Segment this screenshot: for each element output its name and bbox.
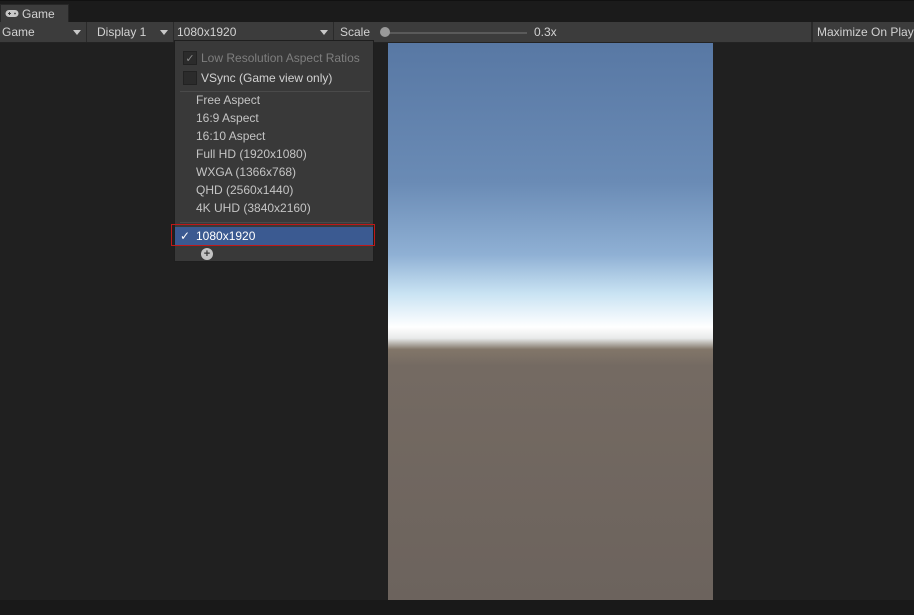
scale-slider[interactable] [386,32,527,34]
tab-game[interactable]: Game [0,4,69,23]
low-res-checkbox[interactable]: ✓ [183,51,197,65]
menu-item-4k-uhd[interactable]: 4K UHD (3840x2160) [196,199,311,217]
tab-label: Game [22,7,55,21]
maximize-label: Maximize On Play [817,25,914,39]
menu-item-full-hd[interactable]: Full HD (1920x1080) [196,145,307,163]
menu-item-16-9[interactable]: 16:9 Aspect [196,109,259,127]
menu-item-wxga[interactable]: WXGA (1366x768) [196,163,296,181]
chevron-down-icon [73,30,81,35]
mode-dropdown[interactable]: Game [0,22,87,42]
low-res-label: Low Resolution Aspect Ratios [201,51,360,65]
menu-divider [180,222,370,223]
mode-label: Game [2,25,35,39]
low-res-option[interactable]: ✓ Low Resolution Aspect Ratios [183,49,360,67]
chevron-down-icon [320,30,328,35]
menu-item-free-aspect[interactable]: Free Aspect [196,91,260,109]
plus-circle-icon[interactable]: + [201,248,213,260]
menu-item-16-10[interactable]: 16:10 Aspect [196,127,265,145]
maximize-on-play-button[interactable]: Maximize On Play [812,22,914,42]
scale-label: Scale [340,25,371,39]
tab-bar: Game [0,0,914,23]
menu-item-qhd[interactable]: QHD (2560x1440) [196,181,293,199]
vsync-label: VSync (Game view only) [201,71,333,85]
resolution-label: 1080x1920 [177,25,237,39]
chevron-down-icon [160,30,168,35]
vsync-option[interactable]: VSync (Game view only) [183,69,332,87]
game-render [388,43,713,600]
gamepad-icon [5,7,19,21]
toolbar: Game Display 1 1080x1920 Scale 0.3x Maxi… [0,22,914,43]
display-label: Display 1 [97,25,147,39]
scale-value: 0.3x [534,25,557,39]
resolution-dropdown[interactable]: 1080x1920 [174,22,334,42]
scale-slider-handle[interactable] [380,27,390,37]
vsync-checkbox[interactable] [183,71,197,85]
bottom-bar [0,600,914,615]
display-dropdown[interactable]: Display 1 [87,22,174,42]
selection-highlight-box [171,224,375,246]
